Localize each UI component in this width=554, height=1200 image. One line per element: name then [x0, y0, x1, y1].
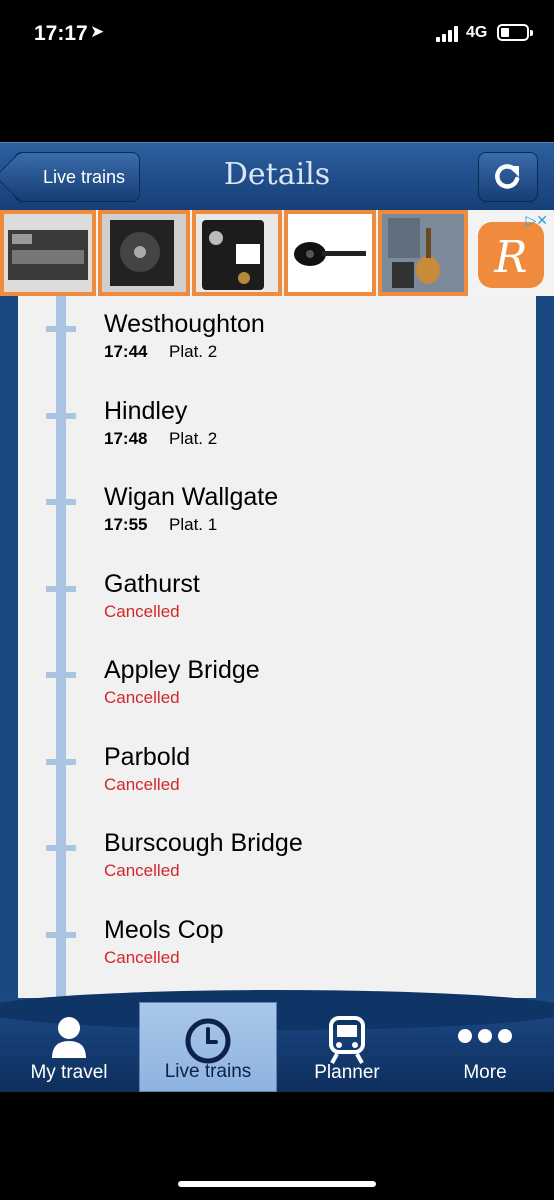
train-icon: [329, 1016, 365, 1064]
location-arrow-icon: ➤: [90, 22, 105, 41]
route-stop-marker: [46, 326, 76, 332]
tab-more[interactable]: More: [416, 1002, 554, 1092]
route-stop-marker: [46, 585, 76, 592]
network-type: 4G: [466, 24, 488, 41]
stop-name: Parbold: [104, 742, 191, 771]
stop-name: Hindley: [104, 396, 188, 425]
stop-name: Meols Cop: [104, 915, 224, 944]
stops-container: Westhoughton 17:44 Plat. 2 Hindley 17:48 Plat…: [0, 296, 554, 1006]
tab-label: Live trains: [164, 1061, 252, 1082]
tab-bar: My travel Live trains Planner More: [0, 990, 554, 1092]
status-bar: 17:17 ➤ 4G: [0, 0, 554, 70]
tab-live-trains[interactable]: Live trains: [139, 1002, 277, 1092]
stop-row[interactable]: Meols Cop Cancelled: [18, 902, 536, 988]
refresh-icon: [495, 164, 520, 189]
stop-name: Westhoughton: [104, 310, 265, 338]
stop-time: 17:48: [104, 428, 148, 448]
stop-platform: Plat. 1: [169, 515, 218, 534]
stops-list[interactable]: Westhoughton 17:44 Plat. 2 Hindley 17:48 Plat…: [18, 296, 536, 1006]
ad-product-turntable[interactable]: [98, 210, 190, 296]
navigation-bar: Live trains Details: [0, 142, 554, 210]
page-title: Details: [223, 157, 331, 192]
stop-row[interactable]: Wigan Wallgate 17:55 Plat. 1: [18, 469, 536, 555]
more-dots-icon: [458, 1029, 512, 1043]
route-stop-marker: [46, 672, 76, 678]
tab-my-travel[interactable]: My travel: [0, 1002, 138, 1092]
svg-text:R: R: [493, 232, 527, 283]
ad-banner[interactable]: R ▷✕: [0, 210, 554, 296]
home-indicator[interactable]: [178, 1181, 376, 1187]
stop-name: Wigan Wallgate: [104, 483, 279, 511]
clock-icon: [185, 1018, 231, 1064]
stop-platform: Plat. 2: [169, 342, 218, 361]
stop-name: Burscough Bridge: [104, 829, 303, 857]
stop-status: Cancelled: [104, 688, 180, 707]
stop-status: Cancelled: [104, 774, 180, 794]
stop-row[interactable]: Burscough Bridge Cancelled: [18, 815, 536, 901]
ad-choices-icon[interactable]: ▷✕: [526, 212, 549, 229]
stop-row[interactable]: Appley Bridge Cancelled: [18, 642, 536, 728]
stop-status: Cancelled: [104, 947, 180, 967]
tab-planner[interactable]: Planner: [278, 1002, 416, 1092]
route-stop-marker: [46, 758, 76, 765]
tab-label: More: [463, 1062, 507, 1083]
stop-time: 17:55: [104, 515, 148, 534]
stop-row[interactable]: Parbold Cancelled: [18, 729, 536, 815]
stop-row[interactable]: Hindley 17:48 Plat. 2: [18, 383, 536, 469]
route-stop-marker: [46, 499, 76, 505]
route-stop-marker: [46, 845, 76, 851]
stop-platform: Plat. 2: [169, 428, 218, 448]
person-icon: [52, 1017, 86, 1058]
stop-status: Cancelled: [104, 861, 180, 880]
stop-time: 17:44: [104, 342, 148, 361]
status-time: 17:17: [34, 22, 88, 45]
stop-row[interactable]: Gathurst Cancelled: [18, 556, 536, 642]
tab-label: My travel: [30, 1062, 108, 1083]
battery-icon: [497, 24, 533, 41]
ad-product-acoustic-guitar[interactable]: [378, 210, 468, 296]
tab-label: Planner: [314, 1062, 380, 1083]
stop-name: Appley Bridge: [104, 656, 260, 684]
ad-product-guitar[interactable]: [284, 210, 376, 296]
refresh-button[interactable]: [478, 152, 538, 202]
stop-status: Cancelled: [104, 601, 180, 621]
stop-row[interactable]: Westhoughton 17:44 Plat. 2: [18, 296, 536, 382]
route-stop-marker: [46, 931, 76, 938]
signal-icon: [436, 26, 458, 42]
stop-name: Gathurst: [104, 569, 200, 598]
ad-product-effects-pedal[interactable]: [192, 210, 282, 296]
route-stop-marker: [46, 412, 76, 419]
screen: 17:17 ➤ 4G Live trains Details R ▷✕ West…: [0, 0, 554, 1200]
ad-product-amplifier[interactable]: [0, 210, 96, 296]
